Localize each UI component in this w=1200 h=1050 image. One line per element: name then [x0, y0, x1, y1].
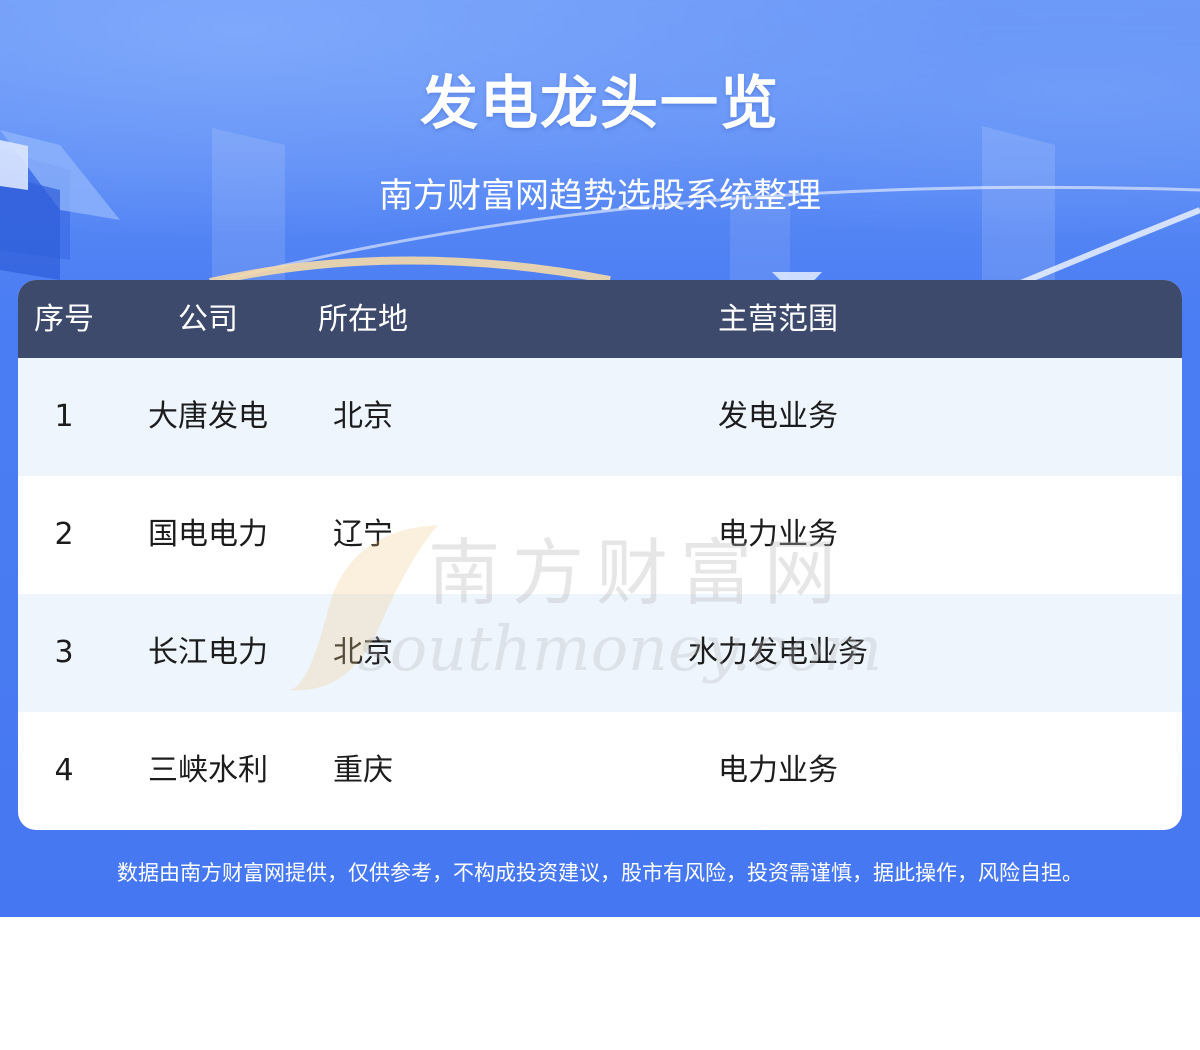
table-row: 3 长江电力 北京 水力发电业务: [18, 594, 1182, 712]
row-index: 3: [54, 635, 74, 670]
row-business: 电力业务: [718, 517, 838, 552]
row-company: 三峡水利: [148, 753, 268, 788]
row-location: 重庆: [333, 753, 393, 788]
footer-disclaimer: 数据由南方财富网提供，仅供参考，不构成投资建议，股市有风险，投资需谨慎，据此操作…: [117, 861, 1083, 885]
column-header-business: 主营范围: [718, 302, 838, 337]
column-header-company: 公司: [178, 302, 238, 337]
table-header-row: 序号 公司 所在地 主营范围: [18, 280, 1182, 358]
row-location: 辽宁: [333, 517, 393, 552]
hero-decoration: [0, 126, 1200, 300]
hero-banner: 发电龙头一览 南方财富网趋势选股系统整理: [0, 0, 1200, 300]
row-location: 北京: [333, 399, 393, 434]
row-business: 电力业务: [718, 753, 838, 788]
row-business: 发电业务: [718, 399, 838, 434]
data-table: 序号 公司 所在地 主营范围 1 大唐发电 北京 发电业务 2 国电电力 辽宁 …: [18, 280, 1182, 830]
row-company: 长江电力: [148, 635, 268, 670]
page-subtitle: 南方财富网趋势选股系统整理: [379, 176, 821, 216]
row-company: 大唐发电: [148, 399, 268, 434]
table-row: 4 三峡水利 重庆 电力业务: [18, 712, 1182, 830]
poster: 发电龙头一览 南方财富网趋势选股系统整理 序号 公司 所在地 主营范围 1 大唐…: [0, 0, 1200, 917]
column-header-location: 所在地: [318, 302, 408, 337]
table-row: 2 国电电力 辽宁 电力业务: [18, 476, 1182, 594]
table-row: 1 大唐发电 北京 发电业务: [18, 358, 1182, 476]
column-header-index: 序号: [34, 302, 94, 337]
row-index: 1: [54, 399, 74, 434]
row-location: 北京: [333, 635, 393, 670]
row-company: 国电电力: [148, 517, 268, 552]
page-title: 发电龙头一览: [419, 69, 780, 137]
row-business: 水力发电业务: [688, 635, 868, 670]
row-index: 4: [54, 753, 74, 788]
row-index: 2: [54, 517, 74, 552]
